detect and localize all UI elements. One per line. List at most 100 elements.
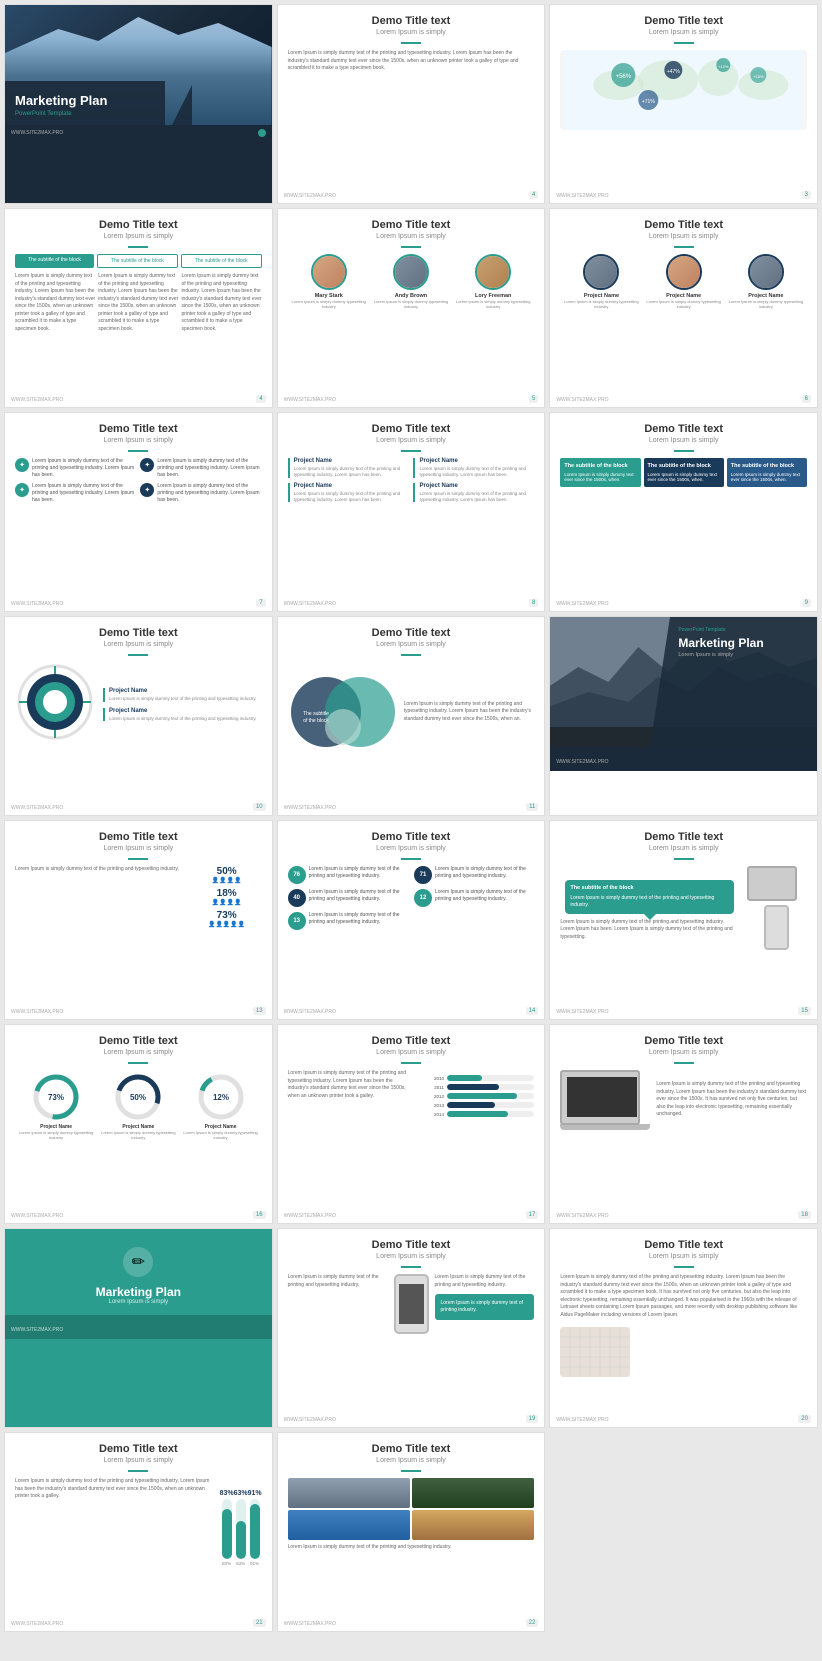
stats-col-right: 71 Lorem Ipsum is simply dummy text of t… <box>414 866 534 930</box>
teal-footer: WWW.SITE2MAX.PRO <box>5 1315 272 1339</box>
world-map: +56% +47% +12% +71% +15% <box>560 50 807 130</box>
circle-text: Project Name Lorem Ipsum is simply dummy… <box>103 688 262 722</box>
photo-2 <box>412 1478 534 1508</box>
card-title-2: The subtitle of the block <box>648 463 720 469</box>
stat-icons-3: 👤👤👤👤👤 <box>192 921 262 928</box>
slide-number: 11 <box>526 803 538 811</box>
donut-svg-2: 50% <box>113 1072 163 1122</box>
logo-dot <box>258 129 266 137</box>
thermo-3: 91% 91% <box>248 1490 262 1566</box>
footer: WWW.SITE2MAX.PRO <box>11 601 63 607</box>
phone-screen <box>399 1284 424 1324</box>
thermo-fill-1 <box>222 1509 232 1559</box>
project-role-2: Lorem Ipsum is simply dummy typesetting … <box>643 299 725 309</box>
p2-name: Project Name <box>109 708 262 714</box>
svg-text:The subtitle: The subtitle <box>303 711 329 717</box>
right-para: Lorem Ipsum is simply dummy text of the … <box>435 1274 535 1289</box>
proj-text-2: Lorem Ipsum is simply dummy text of the … <box>419 466 534 478</box>
phone-left-text: Lorem Ipsum is simply dummy text of the … <box>288 1274 388 1289</box>
thermo-label-3: 91% <box>250 1561 259 1566</box>
stat-num-3: 13 <box>288 912 306 930</box>
stat-text-4: Lorem Ipsum is simply dummy text of the … <box>435 866 534 880</box>
tab-1[interactable]: The subtitle of the block <box>15 254 94 268</box>
triangle-accent <box>172 85 192 125</box>
stat-text-2: Lorem Ipsum is simply dummy text of the … <box>309 889 408 903</box>
thermo-fill-2 <box>236 1521 246 1559</box>
underline-accent <box>128 450 148 452</box>
slide-subtitle: Lorem Ipsum is simply <box>288 1049 535 1056</box>
slide-number: 9 <box>802 599 811 607</box>
tab-2[interactable]: The subtitle of the block <box>97 254 178 268</box>
stats-row-1: 76 Lorem Ipsum is simply dummy text of t… <box>288 866 408 884</box>
bar-row-4: 2013 <box>414 1102 534 1108</box>
thermo-label-2: 63% <box>236 1561 245 1566</box>
slide-2: Demo Title text Lorem Ipsum is simply Lo… <box>277 4 546 204</box>
slide-title: Demo Title text <box>288 15 535 27</box>
underline-accent <box>401 42 421 44</box>
underline-accent <box>674 858 694 860</box>
donuts-row: 73% Project Name Lorem Ipsum is simply d… <box>15 1072 262 1140</box>
project-blocks: Project Name Lorem Ipsum is simply dummy… <box>288 458 535 502</box>
slide-number: 13 <box>253 1007 266 1015</box>
stats-text: Lorem Ipsum is simply dummy text of the … <box>15 866 186 874</box>
bar-track-4 <box>447 1102 534 1108</box>
bar-label-1: 2010 <box>414 1076 444 1081</box>
thermo-2: 63% 63% <box>234 1490 248 1566</box>
laptop-mockup <box>747 866 797 901</box>
project-block-2: Project Name Lorem Ipsum is simply dummy… <box>413 458 534 478</box>
list-icon-3: ✦ <box>15 483 29 497</box>
color-cards: The subtitle of the block Lorem Ipsum is… <box>560 458 807 487</box>
mountain-footer: WWW.SITE2MAX.PRO <box>550 747 817 771</box>
underline-accent <box>674 1266 694 1268</box>
slide-subtitle: Lorem Ipsum is simply <box>288 1457 535 1464</box>
slide-number: 10 <box>253 803 266 811</box>
slide-subtitle: Lorem Ipsum is simply <box>560 1049 807 1056</box>
laptop-screen <box>567 1077 637 1117</box>
bar-row-5: 2014 <box>414 1111 534 1117</box>
list-item-4: ✦ Lorem Ipsum is simply dummy text of th… <box>140 483 261 504</box>
project-member-3: Project Name Lorem Ipsum is simply dummy… <box>725 254 807 309</box>
underline-accent <box>401 1062 421 1064</box>
card-text-2: Lorem Ipsum is simply dummy text ever si… <box>648 472 720 482</box>
list-item-3: ✦ Lorem Ipsum is simply dummy text of th… <box>15 483 136 504</box>
slide-footer: WWW.SITE2MAX.PRO <box>5 125 272 141</box>
thermo-body: Lorem Ipsum is simply dummy text of the … <box>15 1478 214 1574</box>
thermo-pct-1: 83% <box>220 1490 234 1497</box>
slide-title: Demo Title text <box>288 1035 535 1047</box>
slide-title: Demo Title text <box>288 423 535 435</box>
venn-content: The subtitle of the block Lorem Ipsum is… <box>288 662 535 762</box>
venn-svg: The subtitle of the block <box>288 667 398 757</box>
device-body: Lorem Ipsum is simply dummy text of the … <box>560 919 739 942</box>
footer: WWW.SITE2MAX.PRO <box>556 601 608 607</box>
project-member-1: Project Name Lorem Ipsum is simply dummy… <box>560 254 642 309</box>
slide-13: Demo Title text Lorem Ipsum is simply Lo… <box>4 820 273 1020</box>
bar-fill-4 <box>447 1102 495 1108</box>
donut-sub-1: Lorem Ipsum is simply dummy typesetting … <box>15 1130 97 1140</box>
stat-num-1: 76 <box>288 866 306 884</box>
slide-1: Marketing Plan PowerPoint Template WWW.S… <box>4 4 273 204</box>
col-text-3: Lorem Ipsum is simply dummy text of the … <box>181 273 261 333</box>
thermo-wrap-3 <box>250 1499 260 1559</box>
slide-title: Demo Title text <box>288 1239 535 1251</box>
project-role-3: Lorem Ipsum is simply dummy typesetting … <box>725 299 807 309</box>
slide-title: Demo Title text <box>288 831 535 843</box>
phone-right-text: Lorem Ipsum is simply dummy text of the … <box>435 1274 535 1320</box>
slide-number: 21 <box>253 1619 266 1627</box>
svg-text:73%: 73% <box>48 1093 64 1102</box>
footer: WWW.SITE2MAX.PRO <box>284 193 336 199</box>
footer: WWW.SITE2MAX.PRO <box>284 397 336 403</box>
stats-two-col: 76 Lorem Ipsum is simply dummy text of t… <box>288 866 535 930</box>
list-icon-1: ✦ <box>15 458 29 472</box>
slide-subtitle: Lorem Ipsum is simply <box>288 437 535 444</box>
teal-inner: ✏ Marketing Plan Lorem Ipsum is simply <box>5 1229 272 1315</box>
teal-title: Marketing Plan <box>15 1285 262 1299</box>
team-member-2: Andy Brown Lorem Ipsum is simply dummy t… <box>370 254 452 309</box>
card-title-1: The subtitle of the block <box>564 463 636 469</box>
slide-20: Demo Title text Lorem Ipsum is simply Lo… <box>277 1228 546 1428</box>
stat-3: 73% 👤👤👤👤👤 <box>192 910 262 928</box>
list-text-2: Lorem Ipsum is simply dummy text of the … <box>157 458 261 479</box>
tab-3[interactable]: The subtitle of the block <box>181 254 262 268</box>
slide-title: Demo Title text <box>15 423 262 435</box>
device-content: The subtitle of the block Lorem Ipsum is… <box>560 866 807 950</box>
donut-2: 50% Project Name Lorem Ipsum is simply d… <box>97 1072 179 1140</box>
